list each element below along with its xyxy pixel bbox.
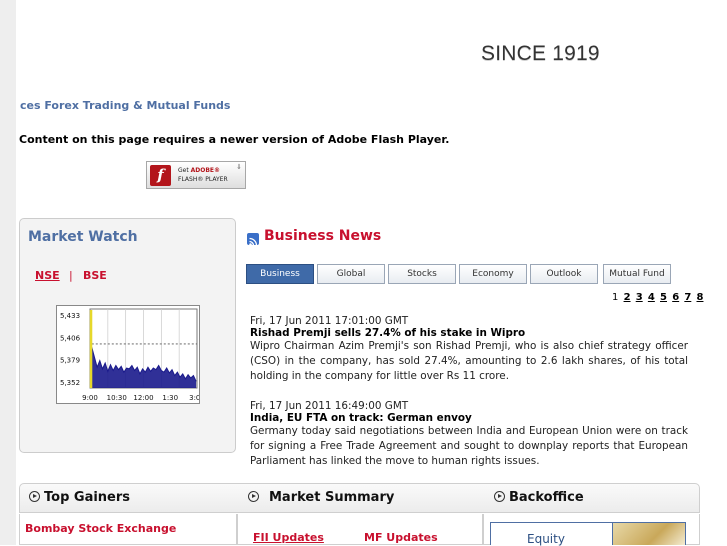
backoffice-label: Backoffice xyxy=(509,490,584,505)
top-gainers-label: Top Gainers xyxy=(44,490,131,505)
left-edge-bar xyxy=(0,0,16,545)
mf-updates-link[interactable]: MF Updates xyxy=(364,531,438,544)
tab-global[interactable]: Global xyxy=(317,264,385,284)
exchange-separator: | xyxy=(69,269,73,282)
chart-y-tick-label: 5,433 xyxy=(60,312,80,320)
flash-button-line2: FLASH® PLAYER xyxy=(178,176,228,183)
tab-mutual-fund[interactable]: Mutual Fund xyxy=(603,264,671,284)
page-link-6[interactable]: 6 xyxy=(672,292,679,303)
equity-banner-image xyxy=(612,523,685,545)
page-link-7[interactable]: 7 xyxy=(684,292,691,303)
news-headline-link[interactable]: Rishad Premji sells 27.4% of his stake i… xyxy=(250,327,688,339)
download-arrow-icon: ⇓ xyxy=(236,163,242,171)
chart-y-tick-label: 5,352 xyxy=(60,379,80,387)
equity-button[interactable]: Equity xyxy=(490,522,686,546)
flash-required-message: Content on this page requires a newer ve… xyxy=(19,133,450,146)
since-1919-text: SINCE 1919 xyxy=(481,42,600,65)
play-circle-icon xyxy=(494,491,505,502)
rss-feed-icon[interactable] xyxy=(247,233,259,246)
news-body: Germany today said negotiations between … xyxy=(250,425,688,467)
news-date: Fri, 17 Jun 2011 16:49:00 GMT xyxy=(250,400,409,412)
play-circle-icon xyxy=(29,491,40,502)
index-chart-svg: 5,433 5,406 5,379 5,3529:00 10:30 12:00 1:30 3:… xyxy=(60,308,199,402)
tab-outlook[interactable]: Outlook xyxy=(530,264,598,284)
fii-updates-link[interactable]: FII Updates xyxy=(253,531,324,544)
get-flash-player-button[interactable]: f Get ADOBE® FLASH® PLAYER ⇓ xyxy=(146,161,246,189)
news-headline-link[interactable]: India, EU FTA on track: German envoy xyxy=(250,412,688,424)
page-link-5[interactable]: 5 xyxy=(660,292,667,303)
news-item: Fri, 17 Jun 2011 17:01:00 GMT Rishad Pre… xyxy=(250,315,688,384)
rss-feed-glyph xyxy=(249,237,258,246)
chart-y-tick-label: 5,379 xyxy=(60,357,80,365)
chart-x-tick-label: 12:00 xyxy=(133,394,153,402)
page-link-8[interactable]: 8 xyxy=(697,292,704,303)
market-watch-panel: Market Watch NSE | BSE 5,433 5,406 5,379 5,… xyxy=(19,218,236,453)
news-date: Fri, 17 Jun 2011 17:01:00 GMT xyxy=(250,315,409,327)
nse-link[interactable]: NSE xyxy=(35,269,60,282)
equity-label: Equity xyxy=(527,532,565,546)
chart-x-tick-label: 10:30 xyxy=(107,394,127,402)
flash-button-line1: Get ADOBE® xyxy=(178,167,221,174)
tab-business[interactable]: Business xyxy=(246,264,314,284)
page-link-4[interactable]: 4 xyxy=(648,292,655,303)
market-summary-heading[interactable]: Market Summary xyxy=(248,490,394,505)
market-summary-label: Market Summary xyxy=(269,490,395,505)
backoffice-heading[interactable]: Backoffice xyxy=(494,490,584,505)
play-circle-icon xyxy=(248,491,259,502)
page-link-2[interactable]: 2 xyxy=(624,292,631,303)
header-tagline: ces Forex Trading & Mutual Funds xyxy=(20,99,231,112)
page-1: 1 xyxy=(612,292,619,303)
bombay-stock-exchange-label: Bombay Stock Exchange xyxy=(25,522,177,535)
news-item: Fri, 17 Jun 2011 16:49:00 GMT India, EU … xyxy=(250,400,688,469)
bse-link[interactable]: BSE xyxy=(83,269,107,282)
top-gainers-heading[interactable]: Top Gainers xyxy=(29,490,130,505)
chart-open-marker xyxy=(89,310,93,388)
chart-x-tick-label: 9:00 xyxy=(82,394,98,402)
tab-economy[interactable]: Economy xyxy=(459,264,527,284)
business-news-title: Business News xyxy=(264,228,382,244)
market-watch-title: Market Watch xyxy=(28,229,138,245)
page-link-3[interactable]: 3 xyxy=(636,292,643,303)
news-pager: 1 2 3 4 5 6 7 8 xyxy=(612,292,705,303)
chart-x-tick-label: 1:30 xyxy=(162,394,178,402)
index-chart: 5,433 5,406 5,379 5,352 9:00 10:30 12:00 1:30 3:… xyxy=(56,305,200,404)
chart-x-tick-label: 3:00 xyxy=(189,394,199,402)
tab-stocks[interactable]: Stocks xyxy=(388,264,456,284)
chart-y-tick-label: 5,406 xyxy=(60,334,81,342)
flash-logo-icon: f xyxy=(150,165,171,186)
news-body: Wipro Chairman Azim Premji's son Rishad … xyxy=(250,340,688,382)
